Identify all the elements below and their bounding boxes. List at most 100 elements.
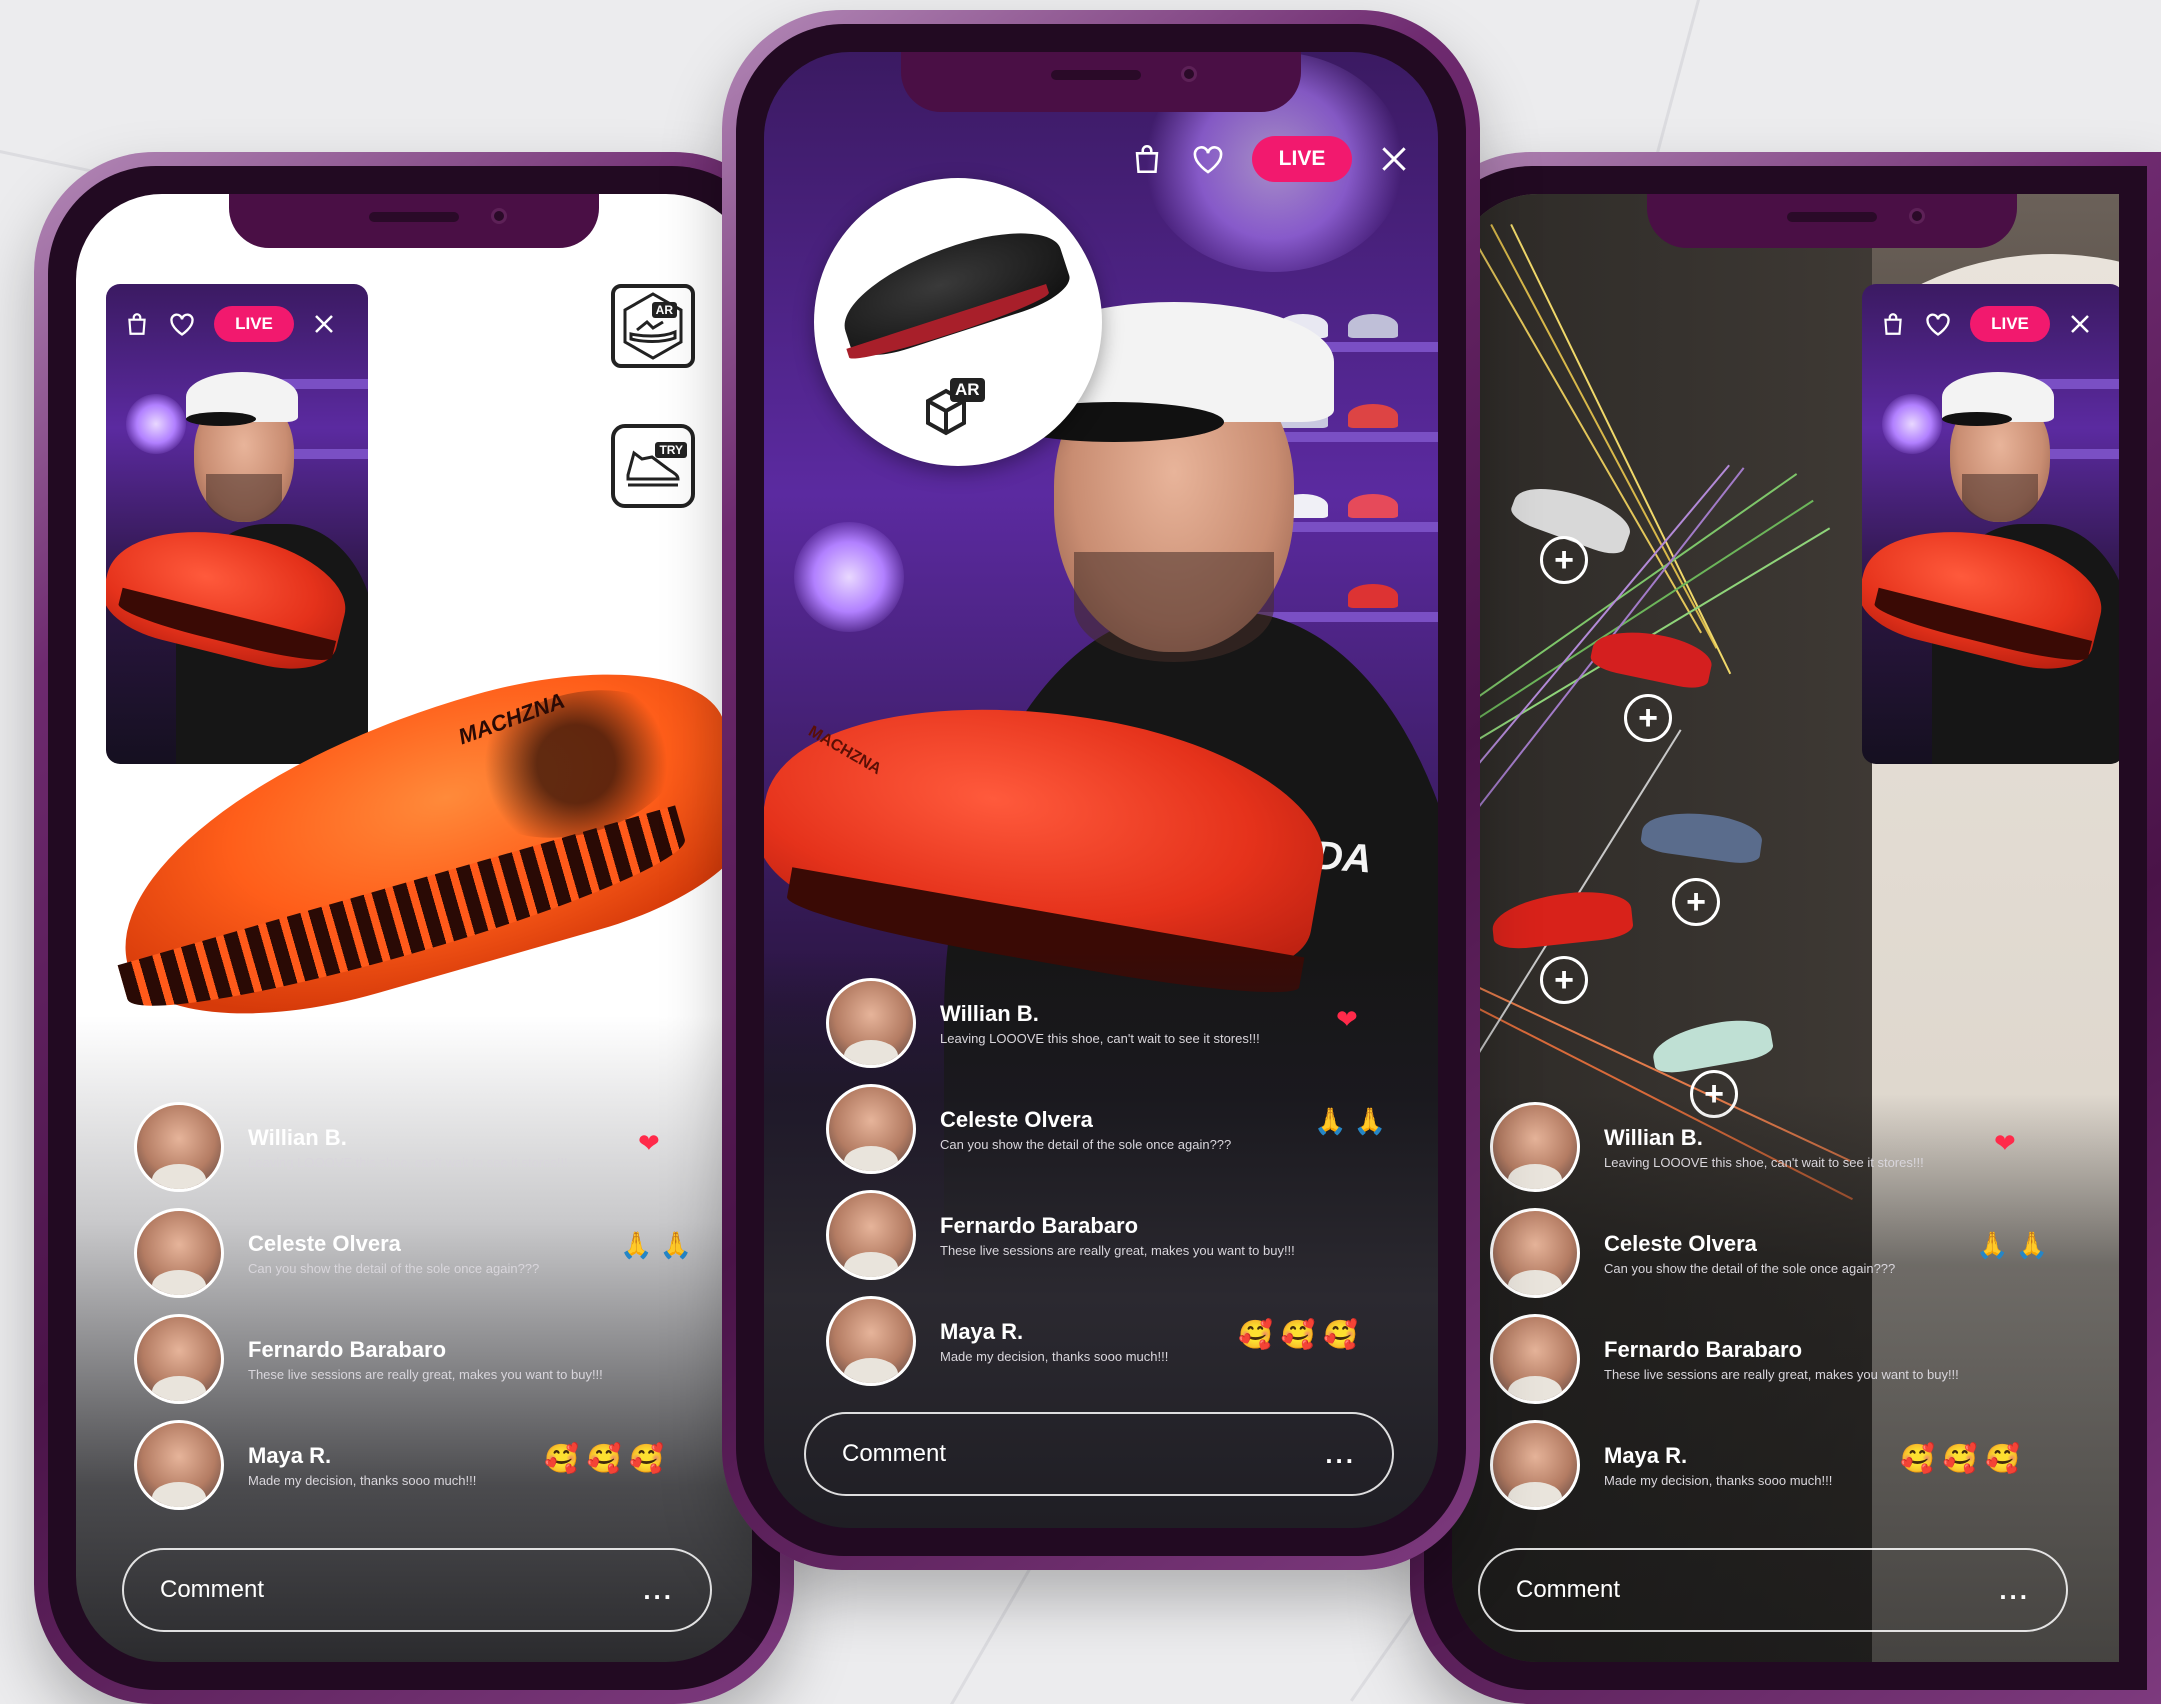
comment-text: Leaving LOOOVE this shoe, can't wait to … <box>1604 1154 1924 1170</box>
bag-icon[interactable] <box>124 311 150 337</box>
avatar <box>134 1102 224 1192</box>
comment-emoji: ❤ <box>1336 1004 1358 1034</box>
more-options-button[interactable]: ... <box>1325 1439 1356 1470</box>
avatar <box>826 1084 916 1174</box>
comment-author: Fernardo Barabaro <box>940 1212 1139 1238</box>
bag-icon[interactable] <box>1130 142 1164 176</box>
comment-author: Willian B. <box>940 1000 1039 1026</box>
comment-emoji: 🥰 🥰 🥰 <box>544 1443 665 1474</box>
comment-input[interactable]: Comment ... <box>1478 1548 2068 1632</box>
comment-emoji: ❤ <box>638 1128 660 1158</box>
comment-item: Maya R. Made my decision, thanks sooo mu… <box>826 1288 1438 1394</box>
comment-list: Willian B. Leaving LOOOVE this shoe, can… <box>1490 1094 2070 1518</box>
comment-text: Can you show the detail of the sole once… <box>248 1260 540 1276</box>
comment-item: Fernardo Barabaro These live sessions ar… <box>134 1306 714 1412</box>
close-icon[interactable] <box>1378 143 1410 175</box>
avatar <box>134 1314 224 1404</box>
live-badge: LIVE <box>1970 306 2050 342</box>
close-icon[interactable] <box>312 312 336 336</box>
comment-emoji: 🥰 🥰 🥰 <box>1238 1319 1359 1350</box>
ar-shoe-icon[interactable]: AR <box>611 284 695 368</box>
comment-text: Made my decision, thanks sooo much!!! <box>1604 1472 1833 1488</box>
comment-emoji: 🙏 🙏 <box>1976 1230 2048 1260</box>
comment-item: Fernardo Barabaro These live sessions ar… <box>826 1182 1438 1288</box>
comment-item: Willian B. Leaving LOOOVE this shoe, can… <box>826 970 1438 1076</box>
comment-item: Fernardo Barabaro These live sessions ar… <box>1490 1306 2070 1412</box>
avatar <box>1490 1314 1580 1404</box>
heart-icon[interactable] <box>1190 143 1226 175</box>
comment-item: Celeste Olvera Can you show the detail o… <box>1490 1200 2070 1306</box>
comment-text: Made my decision, thanks sooo much!!! <box>940 1348 1169 1364</box>
avatar <box>1490 1420 1580 1510</box>
try-label: TRY <box>655 442 687 458</box>
comment-input[interactable]: Comment ... <box>122 1548 712 1632</box>
comment-emoji: 🙏 🙏 <box>1314 1106 1386 1136</box>
notch <box>229 194 599 248</box>
comment-text: Leaving LOOOVE this shoe, can't wait to … <box>940 1030 1260 1046</box>
comment-text: These live sessions are really great, ma… <box>248 1366 603 1382</box>
comment-item: Maya R. Made my decision, thanks sooo mu… <box>134 1412 714 1518</box>
bag-icon[interactable] <box>1880 311 1906 337</box>
comment-item: Willian B. Leaving LOOOVE this shoe, can… <box>1490 1094 2070 1200</box>
comment-list: Willian B. Leaving LOOOVE this shoe, can… <box>826 970 1438 1394</box>
try-shoe-icon[interactable]: TRY <box>611 424 695 508</box>
comment-author: Celeste Olvera <box>248 1230 401 1256</box>
close-icon[interactable] <box>2068 312 2092 336</box>
heart-icon[interactable] <box>168 311 196 337</box>
comment-author: Willian B. <box>1604 1124 1703 1150</box>
comment-emoji: ❤ <box>1994 1128 2016 1158</box>
comment-item: Willian B. Leaving LOOOVE this shoe, can… <box>134 1094 714 1200</box>
ar-cube-icon[interactable]: AR <box>924 378 988 436</box>
comment-placeholder: Comment <box>842 1440 947 1467</box>
comment-text: Can you show the detail of the sole once… <box>1604 1260 1896 1276</box>
comment-placeholder: Comment <box>1516 1576 1621 1603</box>
live-badge: LIVE <box>1252 136 1352 182</box>
notch <box>1647 194 2017 248</box>
avatar <box>1490 1102 1580 1192</box>
comment-text: Can you show the detail of the sole once… <box>940 1136 1232 1152</box>
product-shoe-3d[interactable]: MACHZNA <box>82 630 752 1058</box>
comment-author: Maya R. <box>1604 1442 1688 1468</box>
comment-author: Celeste Olvera <box>1604 1230 1757 1256</box>
notch <box>901 52 1301 112</box>
comment-text: These live sessions are really great, ma… <box>1604 1366 1959 1382</box>
avatar <box>826 978 916 1068</box>
ar-label: AR <box>950 378 985 402</box>
center-screen: CORIDA MACHZNA LIVE <box>764 52 1438 1528</box>
left-screen: LIVE AR TRY MACHZNA Willian B. Leaving L… <box>76 194 752 1662</box>
mini-live-video[interactable]: LIVE <box>1862 284 2119 764</box>
comment-item: Celeste Olvera Can you show the detail o… <box>134 1200 714 1306</box>
more-options-button[interactable]: ... <box>1999 1575 2030 1606</box>
comment-input[interactable]: Comment ... <box>804 1412 1394 1496</box>
ar-product-bubble[interactable]: AR <box>814 178 1102 466</box>
comment-emoji: 🥰 🥰 🥰 <box>1900 1443 2021 1474</box>
comment-author: Willian B. <box>248 1124 347 1150</box>
comment-author: Maya R. <box>248 1442 332 1468</box>
comment-author: Fernardo Barabaro <box>248 1336 447 1362</box>
avatar <box>134 1208 224 1298</box>
more-options-button[interactable]: ... <box>643 1575 674 1606</box>
comment-text: Made my decision, thanks sooo much!!! <box>248 1472 477 1488</box>
ar-label: AR <box>651 302 677 318</box>
comment-placeholder: Comment <box>160 1576 265 1603</box>
plus-icon[interactable]: + <box>1540 536 1588 584</box>
live-badge: LIVE <box>214 306 294 342</box>
avatar <box>134 1420 224 1510</box>
comment-author: Maya R. <box>940 1318 1024 1344</box>
avatar <box>826 1190 916 1280</box>
comment-item: Maya R. Made my decision, thanks sooo mu… <box>1490 1412 2070 1518</box>
avatar <box>1490 1208 1580 1298</box>
plus-icon[interactable]: + <box>1672 878 1720 926</box>
heart-icon[interactable] <box>1924 311 1952 337</box>
plus-icon[interactable]: + <box>1540 956 1588 1004</box>
right-phone: + + + + + L <box>1410 152 2161 1704</box>
right-screen: + + + + + L <box>1452 194 2119 1662</box>
comment-text: These live sessions are really great, ma… <box>940 1242 1295 1258</box>
comment-emoji: 🙏 🙏 <box>620 1230 692 1260</box>
avatar <box>826 1296 916 1386</box>
comment-author: Fernardo Barabaro <box>1604 1336 1803 1362</box>
plus-icon[interactable]: + <box>1624 694 1672 742</box>
comment-author: Celeste Olvera <box>940 1106 1093 1132</box>
left-phone: LIVE AR TRY MACHZNA Willian B. Leaving L… <box>34 152 794 1704</box>
comment-list: Willian B. Leaving LOOOVE this shoe, can… <box>134 1094 714 1518</box>
